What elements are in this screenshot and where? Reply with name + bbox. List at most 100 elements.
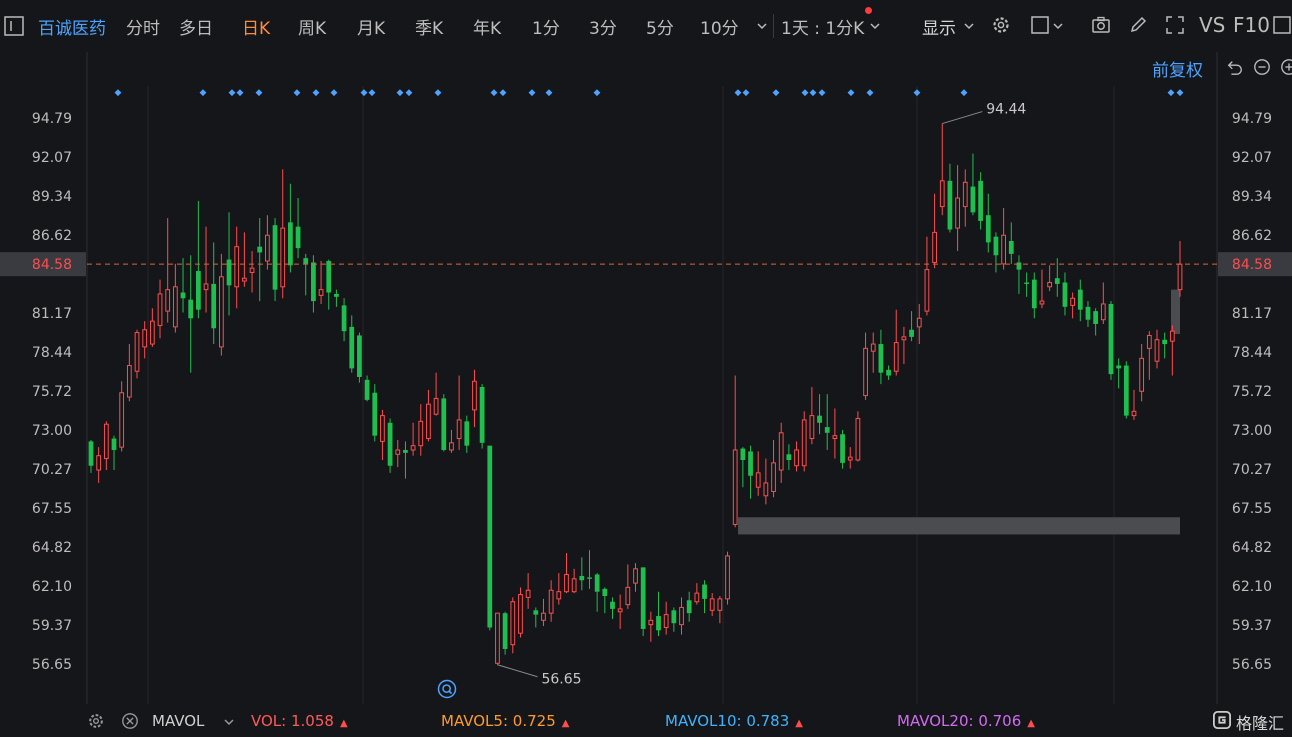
candle-body (564, 574, 569, 593)
candle-body (640, 567, 646, 629)
display-chevron-icon[interactable] (963, 20, 975, 32)
fullscreen-icon[interactable] (1165, 15, 1185, 35)
period-tab-quarterly[interactable]: 季K (415, 14, 443, 39)
candle-body (1139, 357, 1145, 392)
current-price-label-right: 84.58 (1232, 257, 1272, 273)
candles[interactable] (88, 123, 1183, 665)
period-tab-monthly[interactable]: 月K (357, 14, 385, 39)
event-marker: ◆ (237, 88, 244, 98)
candle-body (763, 482, 769, 497)
period-tab-10min[interactable]: 10分 (700, 14, 739, 39)
candle-body (778, 432, 784, 471)
candle-body (249, 267, 255, 273)
candlestick-chart[interactable]: ◆ ◆ ◆ ◆ ◆ ◆ ◆ ◆ ◆ ◆ ◆ ◆ ◆ ◆ ◆ ◆ ◆ ◆ ◆ ◆ ◆ ◆ ◆ ◆ ◆ ◆ ◆ ◆ ◆ ◆ 94.79 94.7… (0, 52, 1292, 704)
candle-body (1093, 311, 1099, 325)
candle-body (226, 259, 232, 286)
period-tab-weekly[interactable]: 周K (298, 14, 326, 39)
period-tab-3min[interactable]: 3分 (589, 14, 617, 39)
candle-body (732, 449, 738, 525)
event-markers[interactable]: ◆ ◆ ◆ ◆ ◆ ◆ ◆ ◆ ◆ ◆ ◆ ◆ ◆ ◆ ◆ ◆ ◆ ◆ ◆ ◆ ◆ ◆ ◆ ◆ ◆ ◆ ◆ ◆ ◆ ◆ (115, 88, 1184, 98)
candle-body (218, 276, 224, 348)
y-tick-left: 78.44 (32, 345, 72, 361)
indicator-name[interactable]: MAVOL (152, 712, 204, 730)
candle-body (579, 575, 585, 581)
layout-square-icon[interactable] (1030, 15, 1050, 35)
y-tick-right: 62.10 (1232, 579, 1272, 595)
display-menu[interactable]: 显示 (922, 14, 956, 39)
candle-body (1116, 365, 1122, 369)
candle-body (134, 332, 140, 372)
event-marker: ◆ (810, 88, 817, 98)
candle-body (303, 258, 309, 264)
period-tab-yearly[interactable]: 年K (473, 14, 501, 39)
candle-body (318, 289, 324, 296)
candle-body (725, 555, 730, 600)
event-marker: ◆ (229, 88, 236, 98)
candle-body (993, 236, 999, 256)
camera-icon[interactable] (1091, 15, 1111, 35)
period-tab-daily[interactable]: 日K (242, 14, 270, 39)
window-toggle-icon[interactable] (1272, 15, 1292, 35)
period-tab-1min[interactable]: 1分 (532, 14, 560, 39)
candle-body (449, 442, 454, 451)
pencil-draw-icon[interactable] (1128, 15, 1148, 35)
stock-name[interactable]: 百诚医药 (38, 14, 106, 39)
mavol20-up-arrow-icon: ▲ (1027, 718, 1035, 729)
candle-body (1039, 300, 1045, 305)
settings-gear-icon[interactable] (991, 15, 1011, 35)
candle-body (955, 197, 960, 229)
zoom-in-icon[interactable] (1280, 58, 1292, 76)
y-tick-right: 92.07 (1232, 150, 1272, 166)
candle-body (326, 261, 332, 293)
candle-body (679, 606, 684, 626)
mavol10-up-arrow-icon: ▲ (795, 718, 803, 729)
undo-icon[interactable] (1226, 58, 1244, 76)
y-tick-left: 62.10 (32, 579, 72, 595)
candle-body (441, 398, 447, 450)
vs-compare-button[interactable]: VS (1199, 13, 1225, 37)
candle-body (188, 299, 194, 319)
interval-chevron-icon[interactable] (869, 20, 881, 32)
indicator-close-icon[interactable] (121, 712, 139, 730)
candle-body (234, 246, 240, 288)
period-more-chevron-icon[interactable] (756, 20, 768, 32)
candle-body (548, 589, 554, 614)
candle-body (257, 246, 263, 253)
candle-body (1070, 297, 1076, 306)
indicator-chevron-icon[interactable] (223, 716, 235, 728)
period-tab-intraday[interactable]: 分时 (126, 14, 160, 39)
candle-body (1001, 234, 1006, 265)
vol-label: VOL: (251, 712, 287, 730)
interval-select[interactable]: 1天 : 1分K (781, 14, 864, 39)
candle-body (571, 578, 577, 593)
y-tick-right: 81.17 (1232, 306, 1272, 322)
candle-body (625, 586, 631, 606)
candle-body (648, 619, 654, 626)
candle-body (794, 449, 799, 467)
search-q-icon[interactable] (437, 679, 457, 699)
f10-button[interactable]: F10 (1233, 13, 1270, 37)
y-tick-left: 94.79 (32, 111, 72, 127)
candle-body (1047, 281, 1053, 288)
event-marker: ◆ (773, 88, 780, 98)
chart-grid (86, 52, 1218, 704)
adjust-mode-button[interactable]: 前复权 (1152, 56, 1203, 81)
candle-body (1131, 410, 1137, 417)
indicator-settings-icon[interactable] (87, 712, 105, 730)
mavol10-value: 0.783 (746, 712, 790, 730)
mavol10-label: MAVOL10: (665, 712, 742, 730)
high-leader-line (942, 111, 983, 125)
vol-readout: VOL: 1.058 ▲ (251, 712, 348, 730)
candle-body (456, 419, 462, 440)
candle-body (372, 392, 378, 436)
candle-body (909, 329, 914, 337)
period-tab-multiday[interactable]: 多日 (179, 14, 213, 39)
candle-body (410, 445, 416, 451)
candle-body (878, 344, 884, 373)
candle-body (341, 305, 347, 332)
sidebar-toggle-icon[interactable] (4, 16, 24, 36)
zoom-out-icon[interactable] (1253, 58, 1271, 76)
candle-body (1016, 262, 1022, 270)
layout-chevron-icon[interactable] (1052, 20, 1064, 32)
period-tab-5min[interactable]: 5分 (646, 14, 674, 39)
